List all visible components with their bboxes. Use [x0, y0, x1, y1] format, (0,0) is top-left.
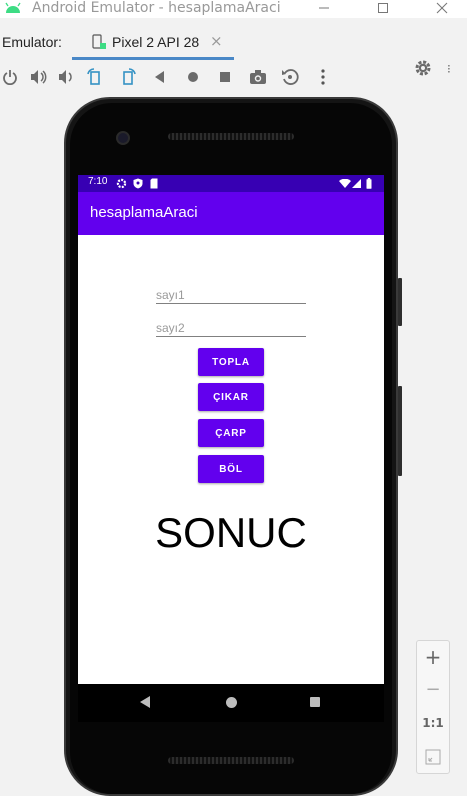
- android-icon: [5, 2, 21, 13]
- number2-field[interactable]: [156, 317, 306, 337]
- power-button[interactable]: [0, 67, 20, 87]
- battery-icon: [366, 178, 372, 189]
- shield-status-icon: [133, 178, 143, 189]
- nav-recents-icon[interactable]: [310, 697, 320, 707]
- volume-up-icon: [31, 70, 47, 84]
- back-icon: [155, 71, 164, 83]
- power-icon: [3, 70, 17, 85]
- status-time: 7:10: [88, 176, 108, 187]
- volume-down-button[interactable]: [56, 67, 76, 87]
- minimize-icon: [319, 7, 329, 9]
- rotate-right-icon: [123, 68, 136, 85]
- maximize-button[interactable]: [373, 0, 393, 16]
- settings-status-icon: [116, 178, 127, 189]
- number1-field[interactable]: [156, 284, 306, 304]
- emulator-label: Emulator:: [2, 34, 62, 50]
- volume-up-button[interactable]: [29, 67, 49, 87]
- front-camera: [116, 131, 130, 145]
- device-power-key[interactable]: [398, 278, 402, 326]
- number2-input[interactable]: [156, 317, 306, 335]
- zoom-fit-icon[interactable]: [425, 749, 441, 765]
- bottom-speaker: [168, 757, 294, 764]
- emulator-toolbar: [0, 64, 467, 90]
- camera-icon: [250, 70, 266, 84]
- rotate-left-icon: [87, 68, 100, 85]
- more-icon: [321, 69, 325, 85]
- subtract-button[interactable]: ÇIKAR: [198, 383, 264, 411]
- overview-button[interactable]: [215, 67, 235, 87]
- tab-label: Pixel 2 API 28: [112, 34, 200, 50]
- device-volume-key[interactable]: [398, 386, 402, 476]
- replay-button[interactable]: [280, 67, 300, 87]
- signal-icon: [352, 179, 361, 188]
- more-button[interactable]: [313, 67, 333, 87]
- divide-button[interactable]: BÖL: [198, 455, 264, 483]
- overview-icon: [220, 72, 230, 82]
- close-icon: [436, 2, 448, 14]
- number1-input[interactable]: [156, 284, 306, 302]
- device-nav-bar: [78, 684, 384, 722]
- title-bar: Android Emulator - hesaplamaAraci: [0, 0, 467, 18]
- rotate-left-button[interactable]: [85, 67, 105, 87]
- result-text: SONUC: [155, 509, 307, 556]
- wifi-icon: [339, 179, 351, 188]
- sim-card-icon: [150, 178, 158, 189]
- device-icon: [92, 34, 106, 49]
- rotate-right-button[interactable]: [118, 67, 138, 87]
- app-bar: hesaplamaAraci: [78, 192, 384, 235]
- minimize-button[interactable]: [314, 0, 334, 16]
- zoom-out-button[interactable]: −: [417, 679, 449, 700]
- tab-close-icon[interactable]: ×: [210, 32, 223, 50]
- window-title: Android Emulator - hesaplamaAraci: [32, 0, 281, 16]
- replay-icon: [282, 69, 299, 85]
- zoom-panel: + − 1:1: [416, 640, 450, 774]
- active-tab-indicator: [72, 57, 234, 60]
- home-button[interactable]: [183, 67, 203, 87]
- tab-pixel-2-api-28[interactable]: Pixel 2 API 28 ×: [72, 26, 234, 60]
- home-icon: [188, 72, 198, 82]
- add-button[interactable]: TOPLA: [198, 348, 264, 376]
- nav-back-icon[interactable]: [140, 696, 150, 708]
- screenshot-button[interactable]: [248, 67, 268, 87]
- volume-down-icon: [59, 70, 72, 84]
- zoom-actual-size-button[interactable]: 1:1: [417, 716, 449, 730]
- back-button[interactable]: [150, 67, 170, 87]
- emulator-window: Android Emulator - hesaplamaAraci Emulat…: [0, 0, 467, 796]
- multiply-button[interactable]: ÇARP: [198, 419, 264, 447]
- device-tab-row: Emulator: Pixel 2 API 28 × ⁝: [0, 26, 467, 76]
- zoom-in-button[interactable]: +: [417, 645, 449, 669]
- top-speaker: [168, 133, 294, 140]
- nav-home-icon[interactable]: [226, 697, 237, 708]
- maximize-icon: [378, 3, 388, 13]
- status-bar: 7:10: [78, 175, 384, 192]
- close-button[interactable]: [432, 0, 452, 16]
- device-screen: 7:10 hesaplamaAraci TOPLA ÇIKAR ÇARP BÖL…: [78, 175, 384, 684]
- app-title: hesaplamaAraci: [90, 204, 198, 221]
